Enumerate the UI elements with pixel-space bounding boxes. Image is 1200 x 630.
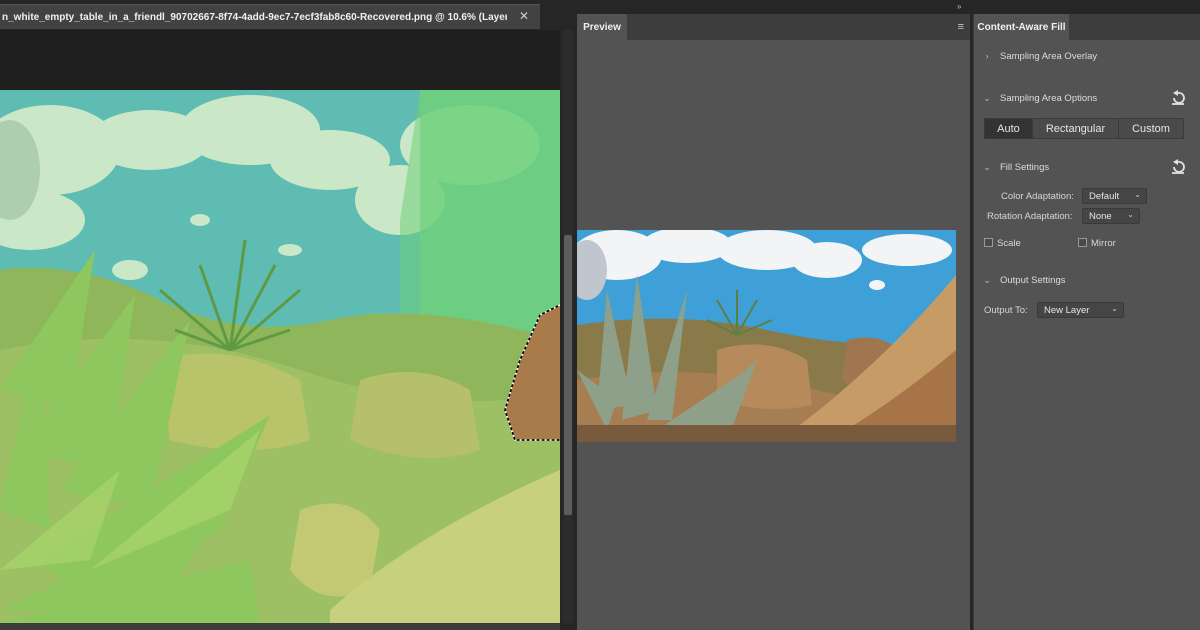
section-output-settings[interactable]: ⌄ Output Settings	[974, 270, 1200, 290]
rotation-adaptation-dropdown[interactable]: None ⌄	[1082, 208, 1140, 224]
section-title: Sampling Area Options	[1000, 92, 1098, 104]
document-tab[interactable]: n_white_empty_table_in_a_friendl_9070266…	[0, 5, 540, 29]
output-to-label: Output To:	[984, 305, 1028, 316]
document-tab-bar: n_white_empty_table_in_a_friendl_9070266…	[0, 4, 540, 29]
rotation-adaptation-label: Rotation Adaptation:	[987, 211, 1073, 222]
color-adaptation-dropdown[interactable]: Default ⌄	[1082, 188, 1147, 204]
canvas-image	[0, 90, 560, 623]
preview-panel: Preview ≡	[577, 14, 970, 630]
chevron-down-icon: ⌄	[1111, 304, 1118, 313]
preview-picture	[577, 230, 956, 442]
chevron-down-icon: ⌄	[983, 92, 991, 103]
section-title: Output Settings	[1000, 274, 1066, 286]
reset-icon[interactable]	[1169, 158, 1187, 176]
rotation-adaptation-value: None	[1089, 210, 1112, 222]
color-adaptation-label: Color Adaptation:	[1001, 191, 1074, 202]
output-to-value: New Layer	[1044, 304, 1090, 316]
tab-preview[interactable]: Preview	[577, 14, 627, 40]
preview-tab-row: Preview ≡	[577, 14, 970, 40]
tab-content-aware-fill[interactable]: Content-Aware Fill	[974, 14, 1069, 40]
section-title: Sampling Area Overlay	[1000, 50, 1098, 62]
section-sampling-area-overlay[interactable]: › Sampling Area Overlay	[974, 46, 1200, 66]
sampling-mode-custom[interactable]: Custom	[1119, 119, 1183, 138]
scale-label: Scale	[997, 238, 1021, 249]
close-icon[interactable]: ✕	[518, 10, 530, 22]
double-chevron-icon[interactable]: »	[957, 2, 961, 11]
section-title: Fill Settings	[1000, 161, 1050, 173]
horizontal-scrollbar[interactable]	[0, 623, 560, 630]
scrollbar-thumb[interactable]	[564, 235, 572, 515]
section-fill-settings[interactable]: ⌄ Fill Settings	[974, 157, 1200, 177]
chevron-down-icon: ⌄	[1134, 190, 1141, 199]
panel-menu-icon[interactable]: ≡	[958, 21, 964, 33]
reset-icon[interactable]	[1169, 89, 1187, 107]
document-area: n_white_empty_table_in_a_friendl_9070266…	[0, 0, 575, 630]
chevron-down-icon: ⌄	[983, 274, 991, 285]
panel-tab-row: Content-Aware Fill	[974, 14, 1200, 40]
document-tab-title: n_white_empty_table_in_a_friendl_9070266…	[2, 11, 507, 23]
chevron-down-icon: ⌄	[983, 161, 991, 172]
document-canvas[interactable]	[0, 90, 560, 623]
sampling-mode-group: Auto Rectangular Custom	[984, 118, 1184, 139]
sampling-mode-rectangular[interactable]: Rectangular	[1033, 119, 1119, 138]
output-to-dropdown[interactable]: New Layer ⌄	[1037, 302, 1124, 318]
color-adaptation-value: Default	[1089, 190, 1120, 202]
sampling-mode-auto[interactable]: Auto	[985, 119, 1033, 138]
content-aware-fill-panel: Content-Aware Fill › Sampling Area Overl…	[973, 14, 1200, 630]
chevron-down-icon: ⌄	[1127, 210, 1134, 219]
document-ruler-area	[0, 30, 560, 90]
mirror-checkbox[interactable]	[1078, 238, 1087, 247]
vertical-scrollbar[interactable]	[563, 30, 573, 623]
scale-checkbox[interactable]	[984, 238, 993, 247]
section-sampling-area-options[interactable]: ⌄ Sampling Area Options	[974, 88, 1200, 108]
preview-image	[577, 230, 956, 442]
mirror-label: Mirror	[1091, 238, 1116, 249]
chevron-right-icon: ›	[985, 51, 989, 61]
